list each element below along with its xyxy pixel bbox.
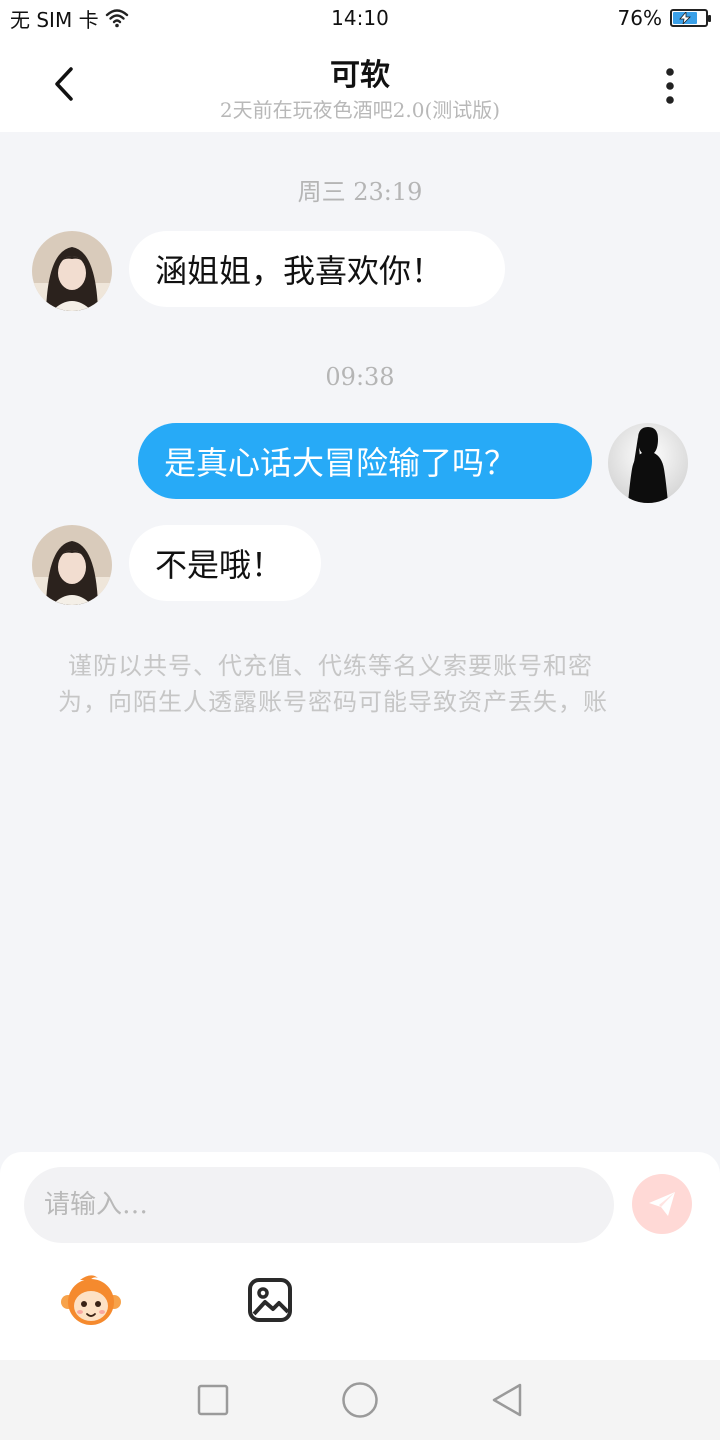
chat-header: 可软 2天前在玩夜色酒吧2.0(测试版) [0, 36, 720, 132]
message-timestamp: 09:38 [325, 363, 395, 391]
recent-apps-button[interactable] [183, 1370, 243, 1430]
carrier-label: 无 SIM 卡 [10, 7, 99, 32]
status-bar: 无 SIM 卡 14:10 76% [0, 0, 720, 36]
chat-title: 可软 [330, 58, 390, 93]
outgoing-message-bubble[interactable]: 是真心话大冒险输了吗？ [138, 423, 592, 499]
notice-line: 谨防以共号、代充值、代练等名义索要账号和密 [68, 652, 593, 680]
contact-avatar[interactable] [32, 525, 112, 605]
message-input[interactable] [24, 1167, 614, 1243]
system-nav-bar [0, 1360, 720, 1440]
status-right: 76% [617, 6, 711, 30]
monkey-emoji-icon [61, 1275, 121, 1325]
battery-fill [673, 12, 698, 24]
home-button[interactable] [330, 1370, 390, 1430]
image-button[interactable] [246, 1276, 294, 1324]
battery-icon [670, 9, 711, 27]
paper-plane-icon [649, 1192, 675, 1216]
avatar-photo [32, 231, 112, 311]
contact-avatar[interactable] [32, 231, 112, 311]
silhouette-avatar [608, 423, 688, 503]
send-button[interactable] [632, 1174, 692, 1234]
status-left: 无 SIM 卡 [10, 4, 129, 33]
incoming-message-bubble[interactable]: 涵姐姐，我喜欢你！ [129, 231, 505, 307]
chat-subtitle: 2天前在玩夜色酒吧2.0(测试版) [219, 98, 501, 122]
more-vertical-icon [666, 68, 674, 104]
message-composer [0, 1152, 720, 1360]
image-icon [248, 1278, 292, 1322]
wifi-icon [105, 9, 128, 28]
square-icon [198, 1384, 229, 1416]
message-timestamp: 周三 23:19 [297, 178, 423, 206]
triangle-back-icon [492, 1383, 521, 1417]
circle-icon [342, 1382, 378, 1418]
nav-back-button[interactable] [477, 1370, 537, 1430]
battery-percent: 76% [617, 6, 662, 30]
incoming-message-bubble[interactable]: 不是哦！ [129, 525, 321, 601]
charging-bolt-icon [679, 12, 692, 24]
emoji-button[interactable] [60, 1272, 122, 1328]
notice-line: 为，向陌生人透露账号密码可能导致资产丢失，账 [58, 688, 608, 716]
more-options-button[interactable] [646, 58, 694, 114]
safety-notice: 谨防以共号、代充值、代练等名义索要账号和密 为，向陌生人透露账号密码可能导致资产… [58, 648, 660, 720]
my-avatar[interactable] [608, 423, 688, 503]
avatar-photo [32, 525, 112, 605]
